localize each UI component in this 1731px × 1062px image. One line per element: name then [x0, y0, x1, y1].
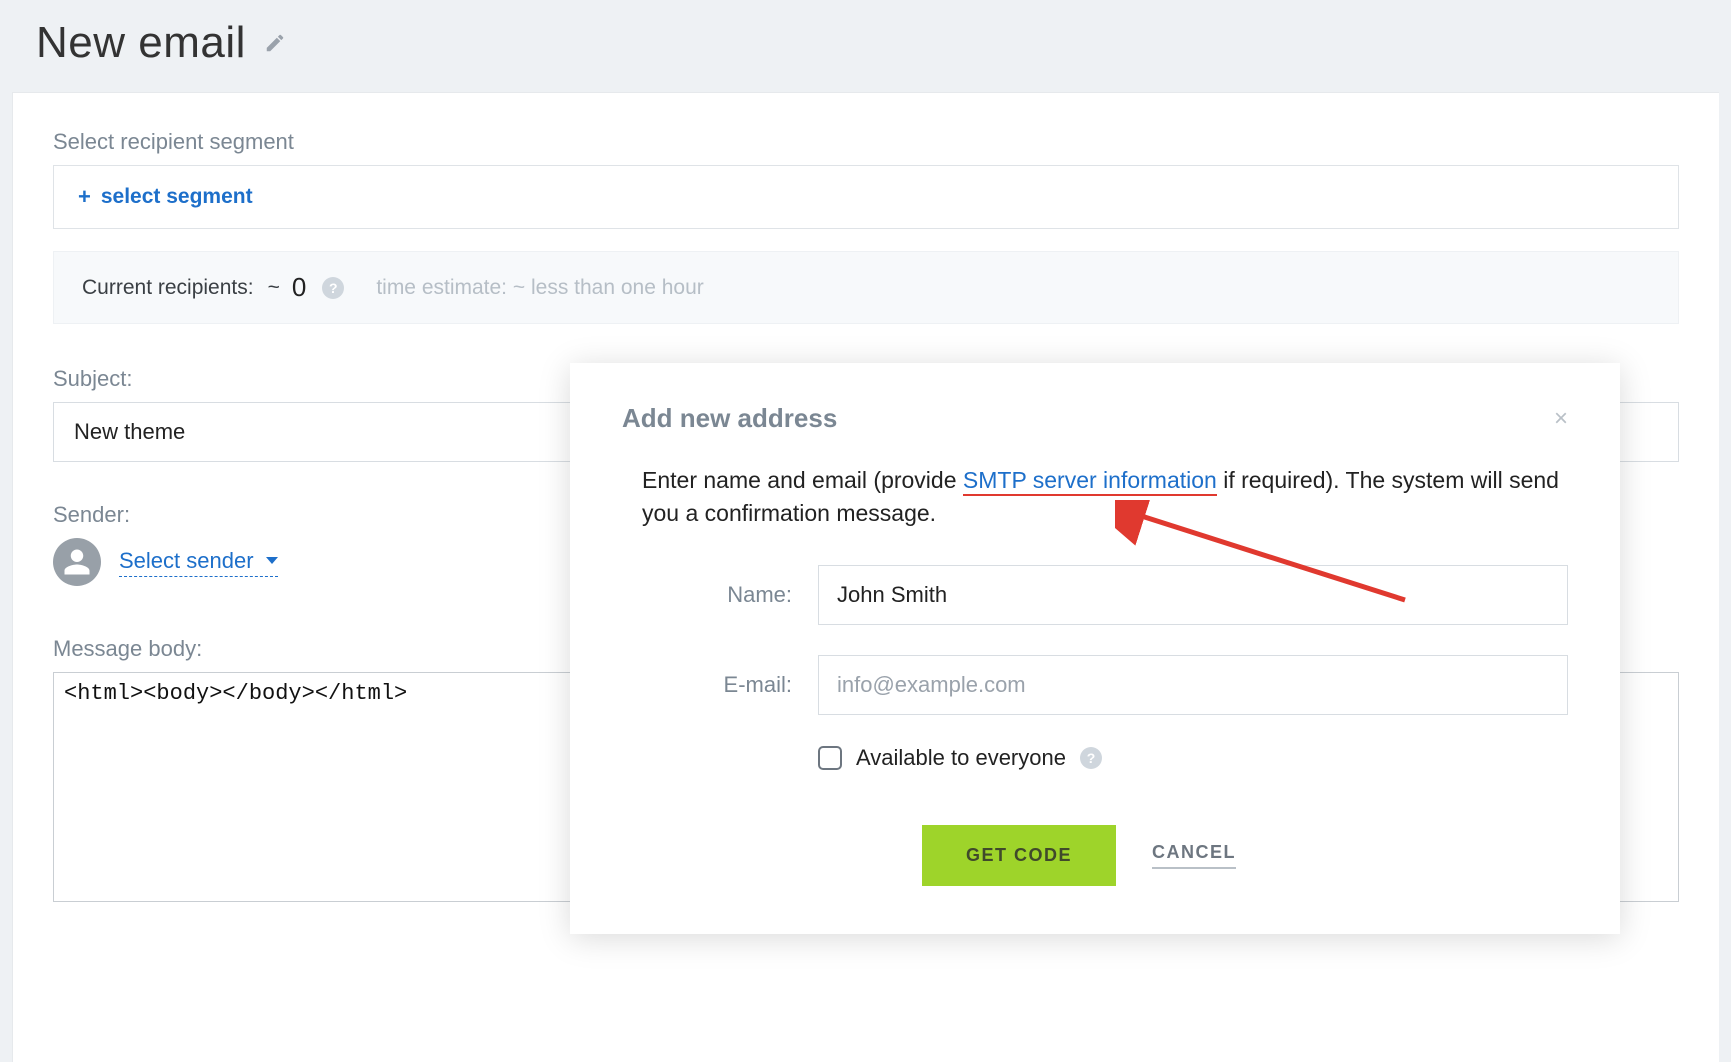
available-everyone-label: Available to everyone — [856, 745, 1066, 771]
page-title: New email — [36, 18, 246, 68]
select-segment-label: select segment — [101, 185, 253, 209]
select-sender-label: Select sender — [119, 548, 254, 574]
chevron-down-icon — [266, 557, 278, 564]
sender-avatar — [53, 538, 101, 586]
get-code-button[interactable]: GET CODE — [922, 825, 1116, 886]
add-address-modal: Add new address × Enter name and email (… — [570, 363, 1620, 934]
recipients-bar: Current recipients: ~ 0 ? time estimate:… — [53, 251, 1679, 324]
edit-title-icon[interactable] — [264, 32, 286, 54]
modal-description: Enter name and email (provide SMTP serve… — [622, 464, 1568, 531]
smtp-info-link[interactable]: SMTP server information — [963, 467, 1217, 496]
segment-box: + select segment — [53, 165, 1679, 229]
available-everyone-checkbox[interactable] — [818, 746, 842, 770]
name-input[interactable] — [818, 565, 1568, 625]
select-segment-link[interactable]: + select segment — [78, 184, 253, 210]
plus-icon: + — [78, 184, 91, 210]
recipients-count: 0 — [292, 272, 306, 303]
select-sender-link[interactable]: Select sender — [119, 548, 278, 577]
segment-section-label: Select recipient segment — [53, 129, 1679, 155]
recipients-tilde: ~ — [268, 276, 280, 300]
email-field-label: E-mail: — [622, 672, 792, 698]
recipients-help-icon[interactable]: ? — [322, 277, 344, 299]
name-field-label: Name: — [622, 582, 792, 608]
time-estimate: time estimate: ~ less than one hour — [376, 276, 703, 300]
modal-title: Add new address — [622, 403, 837, 434]
available-help-icon[interactable]: ? — [1080, 747, 1102, 769]
cancel-button[interactable]: CANCEL — [1152, 842, 1236, 869]
email-input[interactable] — [818, 655, 1568, 715]
recipients-label: Current recipients: — [82, 276, 254, 300]
close-icon[interactable]: × — [1554, 405, 1568, 433]
